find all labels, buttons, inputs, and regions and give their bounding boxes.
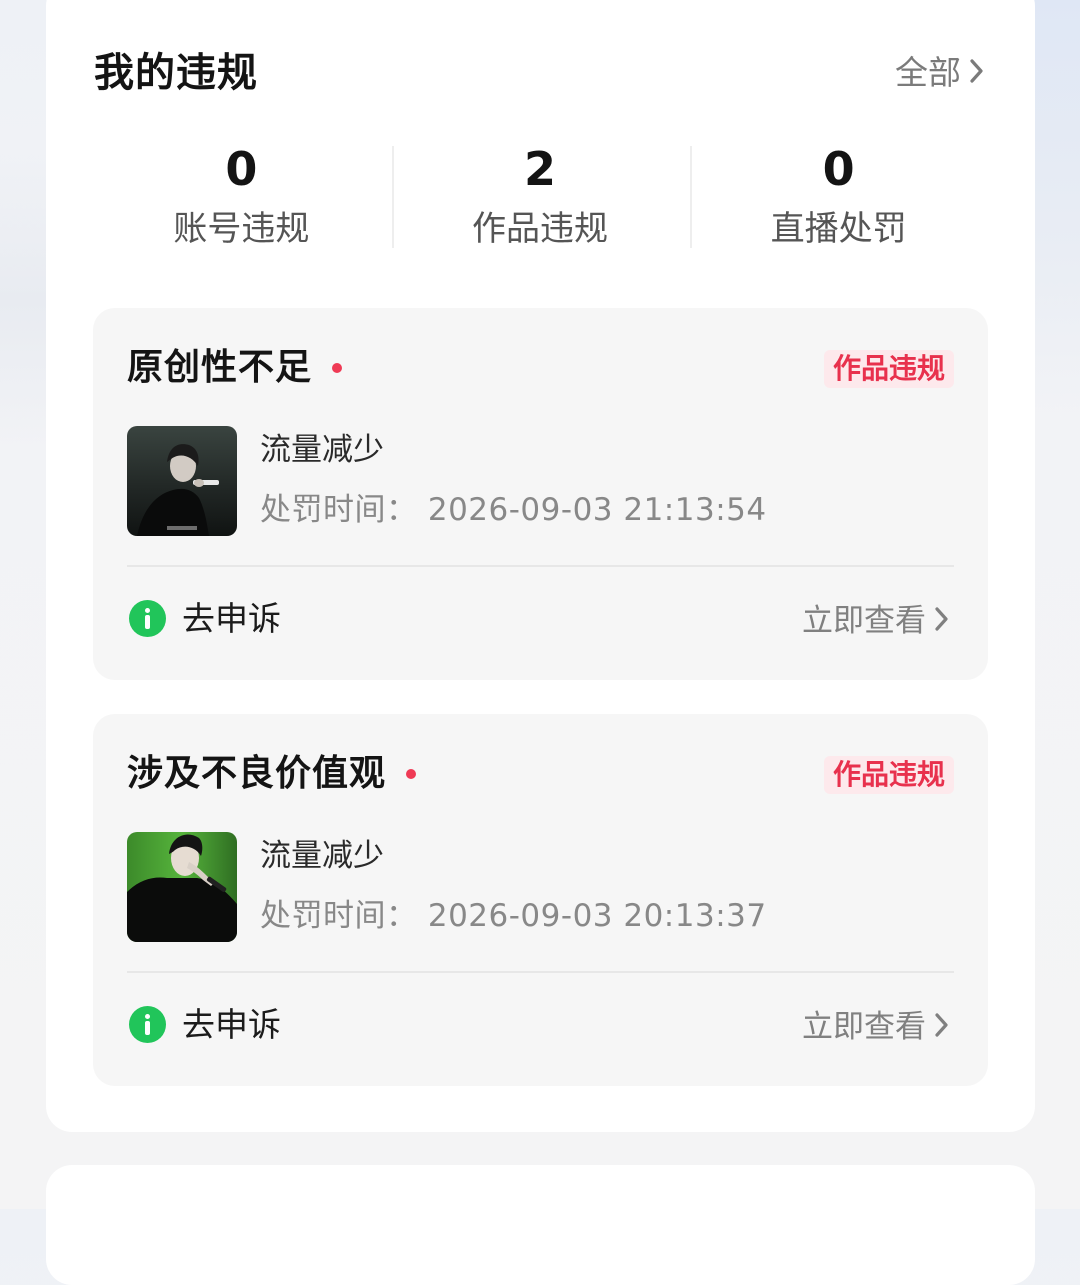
violation-card[interactable]: 原创性不足 作品违规 流量减少 处罚时间： 2026-09-03 21:13:5… bbox=[93, 308, 988, 680]
view-now-button[interactable]: 立即查看 bbox=[802, 605, 950, 637]
info-icon bbox=[129, 1006, 166, 1043]
page-title: 我的违规 bbox=[94, 50, 258, 96]
stat-divider bbox=[690, 146, 692, 248]
violation-title: 涉及不良价值观 bbox=[127, 753, 387, 794]
stat-divider bbox=[392, 146, 394, 248]
chevron-right-icon bbox=[969, 57, 985, 89]
violation-type-badge: 作品违规 bbox=[823, 756, 954, 794]
chevron-right-icon bbox=[934, 605, 950, 637]
violation-stats: 0 账号违规 2 作品违规 0 直播处罚 bbox=[92, 146, 988, 251]
unread-dot bbox=[332, 363, 343, 373]
chevron-right-icon bbox=[934, 1011, 950, 1043]
unread-dot bbox=[406, 769, 417, 779]
penalty-time: 处罚时间： 2026-09-03 20:13:37 bbox=[260, 898, 767, 934]
stat-value: 0 bbox=[822, 142, 855, 196]
card-divider bbox=[127, 565, 954, 567]
penalty-result: 流量减少 bbox=[260, 432, 384, 468]
stat-value: 2 bbox=[524, 142, 557, 196]
stat-label: 作品违规 bbox=[472, 209, 608, 249]
stat-account-violations[interactable]: 0 账号违规 bbox=[92, 146, 391, 251]
appeal-label: 去申诉 bbox=[182, 599, 281, 638]
stat-value: 0 bbox=[225, 142, 258, 196]
violation-title-row: 涉及不良价值观 bbox=[127, 753, 417, 794]
stat-label: 直播处罚 bbox=[770, 209, 907, 249]
violation-type-badge: 作品违规 bbox=[823, 350, 954, 388]
view-now-button[interactable]: 立即查看 bbox=[802, 1011, 950, 1043]
view-now-label: 立即查看 bbox=[802, 1008, 926, 1045]
stat-label: 账号违规 bbox=[173, 209, 310, 249]
view-all-button[interactable]: 全部 bbox=[895, 56, 985, 89]
view-all-label: 全部 bbox=[895, 53, 961, 92]
video-thumbnail[interactable] bbox=[127, 426, 237, 536]
penalty-time: 处罚时间： 2026-09-03 21:13:54 bbox=[260, 492, 767, 528]
stat-live-penalties[interactable]: 0 直播处罚 bbox=[689, 146, 988, 251]
penalty-result: 流量减少 bbox=[260, 838, 384, 874]
violation-title: 原创性不足 bbox=[127, 347, 313, 388]
view-now-label: 立即查看 bbox=[802, 602, 926, 639]
card-divider bbox=[127, 971, 954, 973]
info-icon bbox=[129, 600, 166, 637]
violations-card: 我的违规 全部 0 账号违规 2 作品违规 0 直播处罚 原创性不足 作品违规 bbox=[46, 0, 1035, 1132]
appeal-button[interactable]: 去申诉 bbox=[129, 600, 281, 637]
appeal-label: 去申诉 bbox=[182, 1005, 281, 1044]
appeal-button[interactable]: 去申诉 bbox=[129, 1006, 281, 1043]
stat-work-violations[interactable]: 2 作品违规 bbox=[391, 146, 690, 251]
violation-title-row: 原创性不足 bbox=[127, 347, 343, 388]
violation-card[interactable]: 涉及不良价值观 作品违规 流量减少 处罚时间： 2026-09-03 20:13… bbox=[93, 714, 988, 1086]
video-thumbnail[interactable] bbox=[127, 832, 237, 942]
next-section-card bbox=[46, 1165, 1035, 1285]
